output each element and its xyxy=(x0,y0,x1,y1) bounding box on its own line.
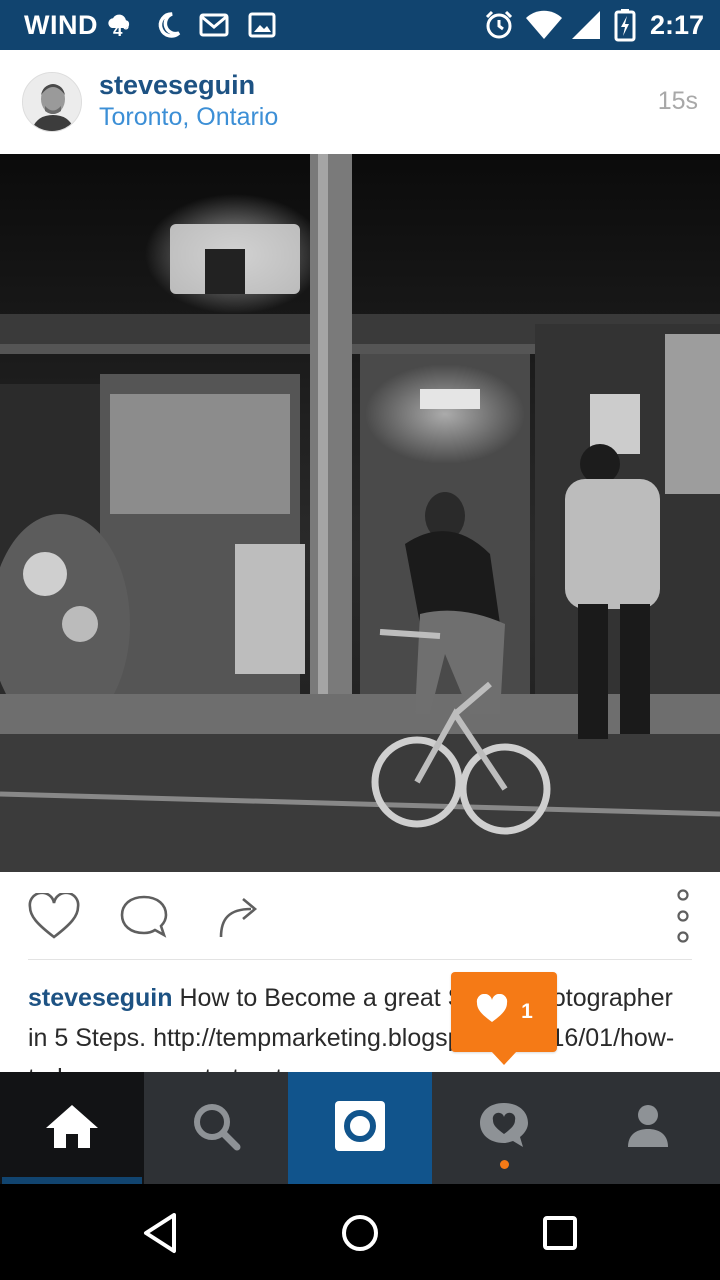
share-icon[interactable] xyxy=(210,892,266,942)
home-circle-icon[interactable] xyxy=(332,1208,388,1258)
tab-profile[interactable] xyxy=(576,1072,720,1184)
more-vertical-icon[interactable] xyxy=(656,889,710,943)
carrier-label: WIND xyxy=(24,10,98,40)
post-header: steveseguin Toronto, Ontario 15s xyxy=(0,50,720,154)
active-tab-indicator xyxy=(2,1177,142,1184)
activity-heart-icon xyxy=(477,1101,531,1156)
activity-notification-dot xyxy=(500,1160,509,1169)
like-count: 1 xyxy=(521,1000,533,1023)
person-icon xyxy=(626,1103,670,1154)
camera-icon xyxy=(334,1100,386,1157)
notification-tail xyxy=(491,1051,517,1065)
heart-icon xyxy=(475,993,509,1030)
post-location[interactable]: Toronto, Ontario xyxy=(99,103,278,132)
caption-username[interactable]: steveseguin xyxy=(28,984,173,1012)
search-icon xyxy=(191,1101,241,1156)
avatar[interactable] xyxy=(22,72,82,132)
tab-camera[interactable] xyxy=(288,1072,432,1184)
wifi-icon xyxy=(524,8,564,42)
comment-icon[interactable] xyxy=(116,892,172,942)
post-username[interactable]: steveseguin xyxy=(99,70,255,101)
recents-icon[interactable] xyxy=(532,1208,588,1258)
alarm-icon xyxy=(482,8,516,42)
post-photo[interactable] xyxy=(0,154,720,872)
tab-search[interactable] xyxy=(144,1072,288,1184)
temperature-label: 4° xyxy=(113,21,130,40)
post-actions xyxy=(0,872,720,960)
tab-activity[interactable] xyxy=(432,1072,576,1184)
like-notification-bubble[interactable]: 1 xyxy=(451,972,557,1052)
gmail-icon xyxy=(198,8,230,42)
status-bar: WIND 4° 2:17 xyxy=(0,0,720,50)
signal-icon xyxy=(569,8,603,42)
post-timestamp: 15s xyxy=(657,87,698,115)
home-icon xyxy=(44,1102,100,1155)
image-icon xyxy=(247,8,277,42)
battery-charging-icon xyxy=(612,8,638,42)
system-navigation-bar xyxy=(0,1184,720,1280)
clock: 2:17 xyxy=(649,10,704,40)
heart-icon[interactable] xyxy=(26,892,82,942)
moon-icon xyxy=(153,8,183,42)
tab-home[interactable] xyxy=(0,1072,144,1184)
bottom-tab-bar xyxy=(0,1072,720,1184)
post-caption: steveseguin How to Become a great Street… xyxy=(28,978,692,1072)
actions-divider xyxy=(28,959,692,960)
back-icon[interactable] xyxy=(132,1208,188,1258)
